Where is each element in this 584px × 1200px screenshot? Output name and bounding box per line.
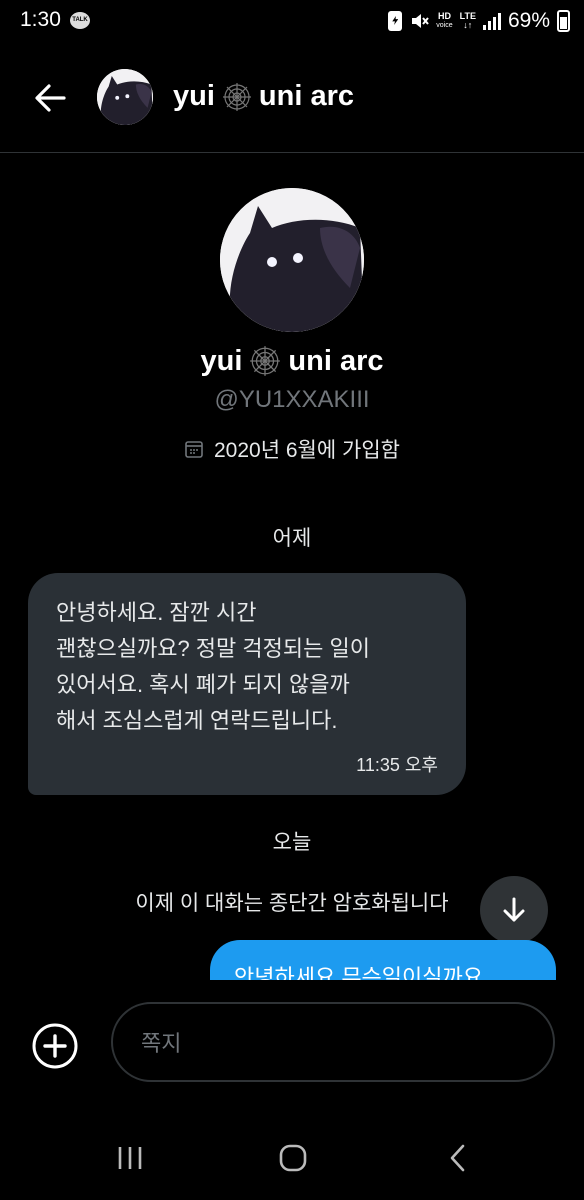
status-bar: 1:30 TALK HD voice LTE ↓↑ 69% xyxy=(0,0,584,42)
plus-circle-icon[interactable] xyxy=(31,1022,79,1070)
recent-apps-button[interactable] xyxy=(100,1138,160,1178)
profile-name-part2: uni arc xyxy=(288,344,384,377)
battery-saver-icon xyxy=(388,11,403,31)
profile-avatar[interactable] xyxy=(220,188,364,332)
dm-screen: 1:30 TALK HD voice LTE ↓↑ 69% yui uni ar… xyxy=(0,0,584,1200)
spider-web-icon xyxy=(250,346,281,376)
status-time: 1:30 xyxy=(20,8,61,31)
profile-name-part1: yui xyxy=(200,344,243,377)
black-cat-avatar-icon xyxy=(97,69,153,125)
message-input-placeholder: 쪽지 xyxy=(141,1031,182,1056)
incoming-message-bubble[interactable]: 안녕하세요. 잠깐 시간 괜찮으실까요? 정말 걱정되는 일이 있어서요. 혹시… xyxy=(28,573,466,795)
system-navigation-bar xyxy=(0,1120,584,1200)
incoming-message-text: 안녕하세요. 잠깐 시간 괜찮으실까요? 정말 걱정되는 일이 있어서요. 혹시… xyxy=(56,600,370,733)
conversation-header: yui uni arc xyxy=(0,42,584,153)
profile-display-name[interactable]: yui uni arc xyxy=(0,344,584,378)
status-icons: HD voice LTE ↓↑ 69% xyxy=(388,6,570,36)
hd-label: HD xyxy=(437,11,451,21)
day-separator-yesterday: 어제 xyxy=(272,527,312,550)
calendar-icon xyxy=(185,441,203,458)
spider-web-icon xyxy=(222,82,251,111)
battery-percent: 69% xyxy=(507,9,550,32)
profile-handle[interactable]: @YU1XXAKIII xyxy=(0,386,584,414)
kakaotalk-notification-icon: TALK xyxy=(70,12,90,29)
header-name-part1: yui xyxy=(173,80,215,112)
hd-voice-icon: HD voice xyxy=(436,12,452,30)
scroll-to-bottom-button[interactable] xyxy=(480,876,548,944)
chevron-left-icon xyxy=(450,1144,465,1172)
header-name-part2: uni arc xyxy=(258,80,354,112)
home-button[interactable] xyxy=(263,1138,323,1178)
recent-apps-icon xyxy=(118,1147,142,1169)
voice-label: voice xyxy=(436,22,453,29)
back-arrow-icon[interactable] xyxy=(30,78,70,118)
lte-icon: LTE ↓↑ xyxy=(459,11,476,30)
outgoing-message-clip: 안녕하세요 무슨일이실까요 xyxy=(0,940,584,980)
arrow-down-icon xyxy=(503,897,525,922)
black-cat-avatar-icon xyxy=(220,188,364,332)
message-input[interactable]: 쪽지 xyxy=(111,1002,555,1082)
battery-icon xyxy=(557,10,570,32)
mute-icon xyxy=(412,14,430,28)
system-back-button[interactable] xyxy=(428,1138,488,1178)
incoming-message-time: 11:35 오후 xyxy=(356,755,438,775)
joined-date: 2020년 6월에 가입함 xyxy=(0,434,584,464)
header-avatar[interactable] xyxy=(97,69,153,125)
message-composer: 쪽지 xyxy=(0,990,584,1100)
signal-strength-icon xyxy=(482,12,501,30)
outgoing-message-bubble[interactable]: 안녕하세요 무슨일이실까요 xyxy=(210,940,556,980)
joined-date-text: 2020년 6월에 가입함 xyxy=(214,439,400,462)
header-display-name[interactable]: yui uni arc xyxy=(173,80,354,113)
home-icon xyxy=(279,1144,307,1172)
day-separator-today: 오늘 xyxy=(272,831,312,854)
